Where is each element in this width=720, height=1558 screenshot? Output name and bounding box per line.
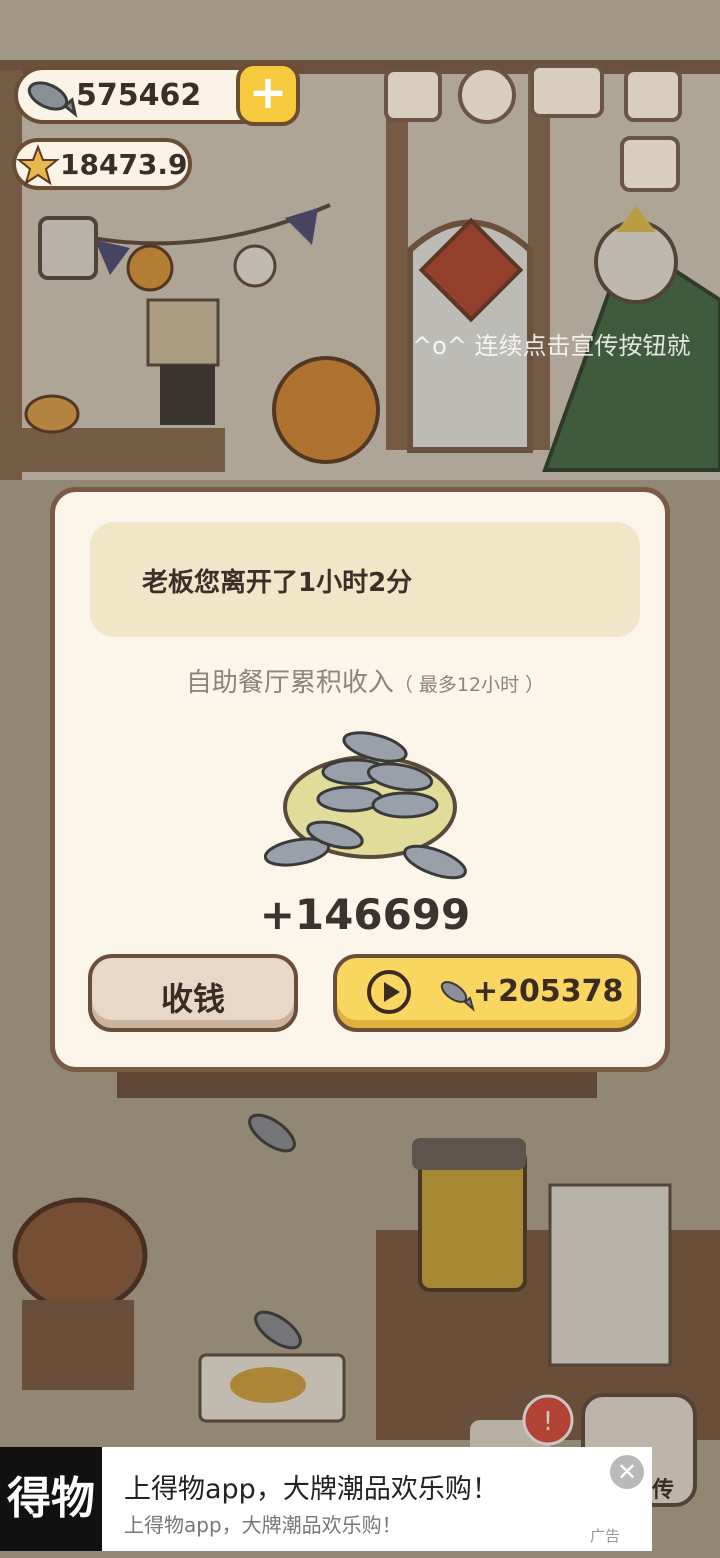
star-currency: 18473.9 xyxy=(12,138,192,190)
ranking-icon[interactable] xyxy=(384,68,442,122)
ad-logo: 得物 xyxy=(0,1447,102,1551)
video-reward-amount: +205378 xyxy=(473,974,624,1009)
fish-plate-icon xyxy=(263,731,467,880)
book-icon[interactable] xyxy=(530,64,604,118)
close-icon[interactable]: ✕ xyxy=(610,1455,644,1489)
camera-icon[interactable] xyxy=(624,68,682,122)
ad-banner[interactable]: 得物 上得物app，大牌潮品欢乐购！ 上得物app，大牌潮品欢乐购！ ✕ 广告 xyxy=(0,1447,652,1551)
fish-icon xyxy=(27,81,78,118)
newspaper-icon[interactable] xyxy=(620,136,680,192)
ad-title: 上得物app，大牌潮品欢乐购！ xyxy=(124,1474,499,1505)
gear-icon[interactable] xyxy=(458,66,516,124)
watch-video-double-button[interactable]: +205378 xyxy=(333,954,641,1032)
star-count: 18473.9 xyxy=(60,148,188,181)
ad-tag: 广告 xyxy=(590,1527,621,1545)
income-caption-text: 自助餐厅累积收入 xyxy=(185,668,394,698)
collect-button[interactable]: 收钱 xyxy=(88,954,298,1032)
income-caption: 自助餐厅累积收入（ 最多12小时 ） xyxy=(55,662,675,699)
away-time-text: 老板您离开了1小时2分 xyxy=(142,568,413,598)
play-icon xyxy=(367,970,411,1014)
income-amount: +146699 xyxy=(259,890,471,939)
game-scene: ! ^o^ 连续点击宣传按钮就 宣传 575462 + 18473.9 老板您离… xyxy=(0,0,720,1558)
add-fish-button[interactable]: + xyxy=(236,62,300,126)
income-limit-note: （ 最多12小时 ） xyxy=(393,674,545,696)
star-icon xyxy=(16,144,60,186)
promo-hint-text: ^o^ 连续点击宣传按钮就 xyxy=(412,332,691,360)
away-time-banner: 老板您离开了1小时2分 xyxy=(90,522,640,637)
fish-count: 575462 xyxy=(76,78,202,113)
offline-income-dialog: 老板您离开了1小时2分 自助餐厅累积收入（ 最多12小时 ） +146699 收… xyxy=(50,487,670,1072)
fish-currency: 575462 xyxy=(14,66,274,124)
ad-subtitle: 上得物app，大牌潮品欢乐购！ xyxy=(124,1513,402,1537)
collect-button-label: 收钱 xyxy=(160,980,225,1018)
fish-icon xyxy=(440,981,475,1012)
